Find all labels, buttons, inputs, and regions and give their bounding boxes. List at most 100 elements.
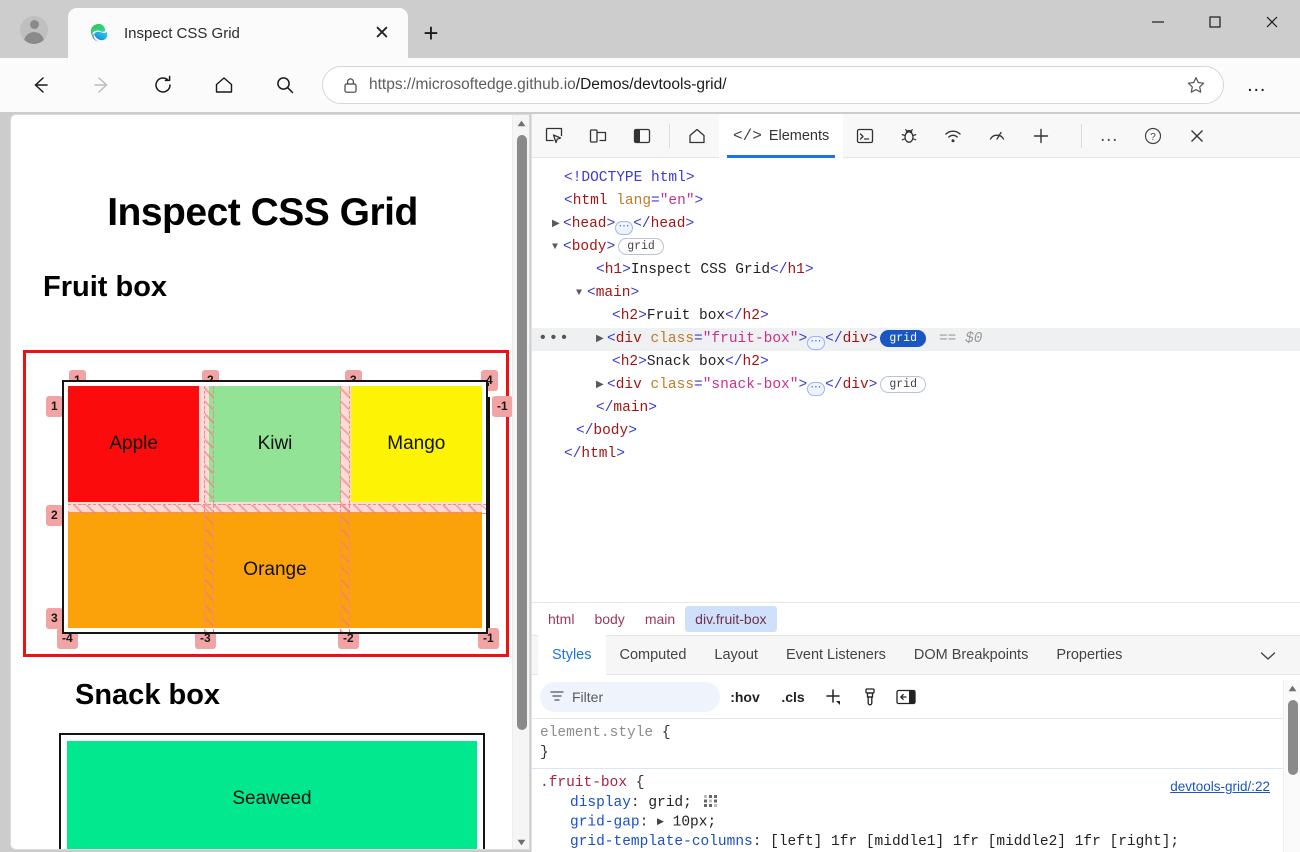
star-icon[interactable]	[1181, 75, 1211, 95]
browser-more-button[interactable]: …	[1238, 71, 1276, 99]
prop-grid-template-columns-name[interactable]: grid-template-columns	[570, 834, 753, 850]
dom-tree[interactable]: <!DOCTYPE html> <html lang="en"> ▶<head>…	[532, 158, 1300, 602]
collapsed-children-icon[interactable]: ⋯	[615, 221, 633, 235]
cls-toggle-button[interactable]: .cls	[770, 680, 816, 714]
styles-filter-input[interactable]: Filter	[540, 682, 720, 712]
minimize-icon[interactable]	[1129, 0, 1186, 44]
forward-button[interactable]	[84, 67, 120, 103]
styles-scroll-up-icon[interactable]	[1284, 680, 1300, 697]
profile-button[interactable]	[12, 10, 56, 50]
lock-icon	[335, 77, 365, 94]
new-tab-button[interactable]: +	[414, 18, 448, 48]
back-button[interactable]	[22, 67, 58, 103]
performance-icon[interactable]	[975, 114, 1019, 158]
tab-computed[interactable]: Computed	[606, 635, 701, 675]
fruitbox-tag-name: div	[616, 331, 642, 347]
device-emulation-icon[interactable]	[576, 114, 620, 158]
chevron-down-icon[interactable]	[1257, 646, 1279, 666]
breadcrumb-html[interactable]: html	[538, 606, 584, 632]
dom-row-snack-box[interactable]: ▶<div class="snack-box">⋯</div>grid	[532, 374, 1300, 397]
dom-row-h2-fruit[interactable]: <h2>Fruit box</h2>	[532, 305, 1300, 328]
dom-row-main[interactable]: ▼<main>	[532, 282, 1300, 305]
url-text: https://microsoftedge.github.io/Demos/de…	[369, 76, 1181, 94]
prop-display-value[interactable]: grid;	[648, 795, 692, 811]
dom-row-body[interactable]: ▼<body>grid	[532, 236, 1300, 259]
maximize-icon[interactable]	[1186, 0, 1243, 44]
declaration-grid-gap[interactable]: grid-gap: ▶ 10px;	[540, 813, 1284, 833]
expand-triangle-fruitbox-icon[interactable]: ▶	[596, 328, 607, 351]
collapse-triangle-body-icon[interactable]: ▼	[552, 236, 563, 259]
scroll-thumb[interactable]	[517, 135, 527, 730]
new-style-rule-button[interactable]	[816, 680, 852, 714]
browser-tab[interactable]: Inspect CSS Grid ✕	[68, 8, 408, 58]
dom-row-fruit-box[interactable]: ••• ▶<div class="fruit-box">⋯</div>grid=…	[532, 328, 1300, 351]
declaration-grid-template-columns[interactable]: grid-template-columns: [left] 1fr [middl…	[540, 833, 1284, 852]
collapsed-children-fruitbox-icon[interactable]: ⋯	[807, 336, 825, 350]
expand-triangle-head-icon[interactable]: ▶	[552, 213, 563, 236]
tab-close-icon[interactable]: ✕	[368, 19, 396, 47]
debugger-icon[interactable]	[887, 114, 931, 158]
styles-scroll-thumb[interactable]	[1288, 700, 1298, 775]
tab-layout[interactable]: Layout	[700, 635, 772, 675]
address-bar[interactable]: https://microsoftedge.github.io/Demos/de…	[322, 66, 1224, 104]
prop-display-name[interactable]: display	[570, 795, 631, 811]
style-rule-fruit-box[interactable]: .fruit-box { devtools-grid/:22 display: …	[532, 768, 1284, 852]
search-icon[interactable]	[267, 67, 303, 103]
tab-properties[interactable]: Properties	[1042, 635, 1136, 675]
grid-badge-body[interactable]: grid	[618, 238, 664, 255]
tab-dom-breakpoints[interactable]: DOM Breakpoints	[900, 635, 1042, 675]
prop-grid-gap-value[interactable]: 10px;	[673, 815, 717, 831]
console-icon[interactable]	[843, 114, 887, 158]
dom-row-body-close[interactable]: </body>	[532, 420, 1300, 443]
help-icon[interactable]: ?	[1131, 114, 1175, 158]
dom-row-main-close[interactable]: </main>	[532, 397, 1300, 420]
grid-badge-fruitbox[interactable]: grid	[880, 330, 926, 347]
dock-side-icon[interactable]	[620, 114, 664, 158]
page-scrollbar[interactable]	[512, 115, 529, 850]
collapse-triangle-main-icon[interactable]: ▼	[576, 282, 587, 305]
styles-rules-list[interactable]: element.style { } .fruit-box { devtools-…	[532, 719, 1284, 852]
devtools-more-icon[interactable]: …	[1087, 114, 1131, 158]
expand-triangle-snackbox-icon[interactable]: ▶	[596, 374, 607, 397]
breadcrumb-body[interactable]: body	[584, 606, 634, 632]
add-tool-icon[interactable]	[1019, 114, 1063, 158]
prop-grid-template-columns-value[interactable]: [left] 1fr [middle1] 1fr [middle2] 1fr […	[770, 834, 1179, 850]
breadcrumb-div-fruit-box[interactable]: div.fruit-box	[685, 606, 776, 632]
selected-node-ref: == $0	[939, 331, 983, 347]
style-source-link[interactable]: devtools-grid/:22	[1170, 777, 1270, 797]
grid-badge-snackbox[interactable]: grid	[880, 376, 926, 393]
filter-placeholder: Filter	[572, 689, 603, 705]
dom-row-html[interactable]: <html lang="en">	[532, 190, 1300, 213]
expand-shorthand-icon-gap[interactable]: ▶	[657, 817, 664, 827]
home-icon[interactable]	[206, 67, 242, 103]
styles-scrollbar[interactable]	[1283, 680, 1300, 852]
reload-icon[interactable]	[145, 67, 181, 103]
dom-row-html-close[interactable]: </html>	[532, 443, 1300, 466]
devtools-close-icon[interactable]	[1175, 114, 1219, 158]
toggle-sidebar-icon[interactable]	[888, 680, 924, 714]
tab-event-listeners[interactable]: Event Listeners	[772, 635, 900, 675]
dom-row-doctype[interactable]: <!DOCTYPE html>	[532, 167, 1300, 190]
tab-elements[interactable]: </> Elements	[719, 114, 843, 158]
tab-styles[interactable]: Styles	[538, 635, 606, 675]
element-style-selector[interactable]: element.style	[540, 725, 653, 741]
collapsed-children-snackbox-icon[interactable]: ⋯	[807, 382, 825, 396]
devtools-home-icon[interactable]	[675, 114, 719, 158]
style-rule-element-style[interactable]: element.style { }	[532, 719, 1284, 768]
grid-editor-icon[interactable]	[704, 795, 717, 807]
network-icon[interactable]	[931, 114, 975, 158]
breadcrumb-main[interactable]: main	[635, 606, 685, 632]
inspect-element-icon[interactable]	[532, 114, 576, 158]
svg-text:?: ?	[1150, 132, 1156, 143]
dom-row-h1[interactable]: <h1>Inspect CSS Grid</h1>	[532, 259, 1300, 282]
brush-icon[interactable]	[852, 680, 888, 714]
hov-toggle-button[interactable]: :hov	[720, 680, 770, 714]
scroll-down-icon[interactable]	[513, 834, 530, 850]
row-overflow-menu-icon[interactable]: •••	[538, 331, 570, 345]
prop-grid-gap-name[interactable]: grid-gap	[570, 815, 640, 831]
dom-row-head[interactable]: ▶<head>⋯</head>	[532, 213, 1300, 236]
dom-row-h2-snack[interactable]: <h2>Snack box</h2>	[532, 351, 1300, 374]
fruit-box-selector[interactable]: .fruit-box	[540, 775, 627, 791]
scroll-up-icon[interactable]	[513, 115, 530, 132]
close-icon[interactable]	[1243, 0, 1300, 44]
